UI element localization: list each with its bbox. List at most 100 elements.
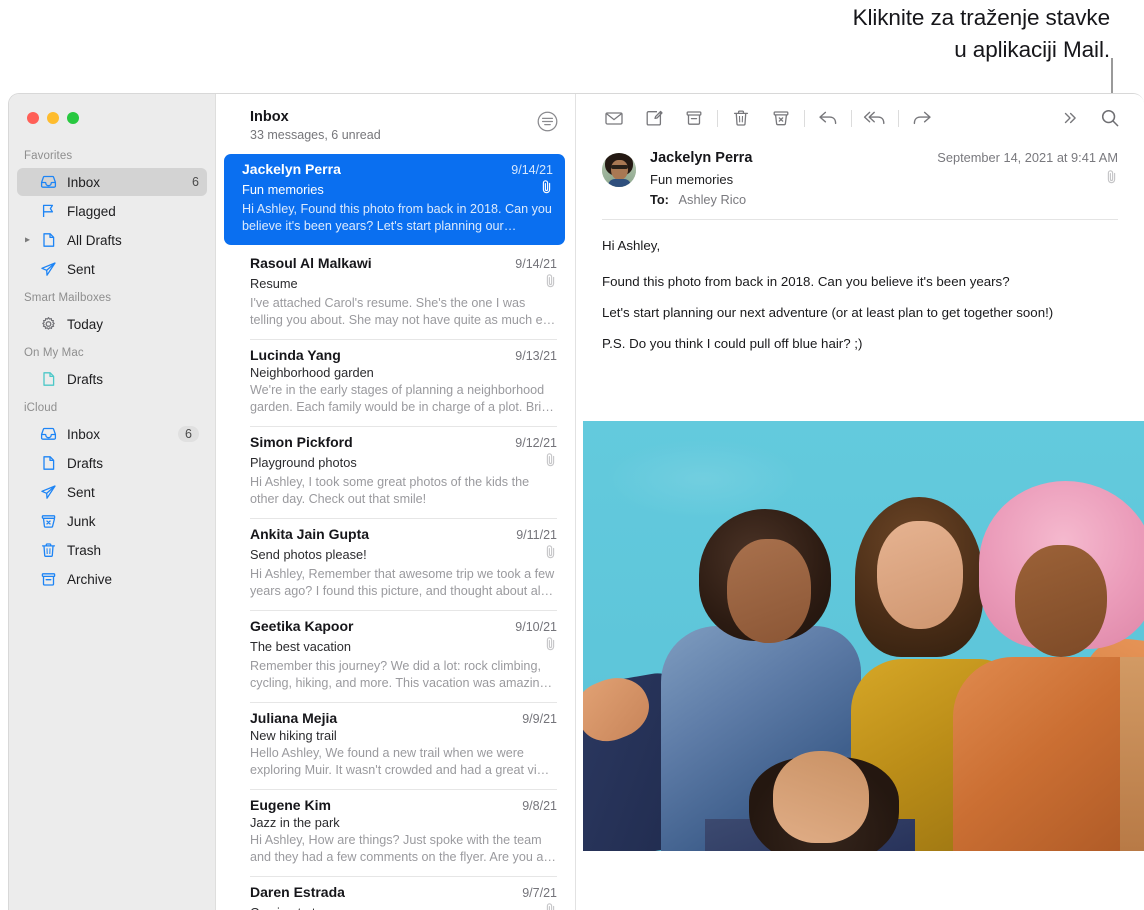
message-sender: Ankita Jain Gupta — [250, 526, 510, 542]
reply-button[interactable] — [808, 103, 848, 133]
message-date: 9/13/21 — [509, 349, 557, 363]
sidebar-item-flagged[interactable]: Flagged — [17, 197, 207, 225]
message-date: 9/12/21 — [509, 436, 557, 450]
sidebar-item-label: Sent — [67, 485, 207, 500]
sidebar-item-drafts[interactable]: Drafts — [17, 365, 207, 393]
callout-annotation: Kliknite za traženje stavke u aplikaciji… — [710, 2, 1110, 66]
sidebar-item-sent[interactable]: Sent — [17, 478, 207, 506]
message-list-item[interactable]: Rasoul Al Malkawi9/14/21ResumeI've attac… — [216, 247, 575, 339]
minimize-button[interactable] — [47, 112, 59, 124]
unread-count: 6 — [192, 175, 199, 189]
drafts-icon-teal — [39, 371, 58, 388]
sidebar-item-today[interactable]: Today — [17, 310, 207, 338]
message-preview: Remember this journey? We did a lot: roc… — [250, 658, 557, 692]
sidebar-item-label: Flagged — [67, 204, 207, 219]
message-date: 9/14/21 — [509, 257, 557, 271]
sidebar-section-header: Smart Mailboxes — [9, 284, 215, 309]
message-date: 9/7/21 — [516, 886, 557, 900]
sidebar-item-junk[interactable]: Junk — [17, 507, 207, 535]
sidebar-item-label: Sent — [67, 262, 207, 277]
sender-name: Jackelyn Perra — [650, 150, 937, 166]
reply-all-button[interactable] — [855, 103, 895, 133]
message-body-paragraph: Found this photo from back in 2018. Can … — [602, 272, 1118, 291]
search-icon[interactable] — [1090, 103, 1130, 133]
attachment-clip-icon[interactable] — [1105, 169, 1118, 189]
sidebar-item-label: Trash — [67, 543, 207, 558]
message-subject: Coming to town — [250, 905, 544, 910]
drafts-icon — [39, 455, 58, 472]
message-list-item[interactable]: Daren Estrada9/7/21Coming to townHey, st… — [216, 876, 575, 910]
mark-unread-button[interactable] — [594, 103, 634, 133]
sidebar-item-inbox[interactable]: Inbox6 — [17, 420, 207, 448]
message-body-paragraph: Let's start planning our next adventure … — [602, 303, 1118, 322]
message-date: 9/9/21 — [516, 712, 557, 726]
attachment-clip-icon — [544, 273, 557, 293]
mailbox-message-count: 33 messages, 6 unread — [250, 128, 536, 142]
chevron-double-right-icon[interactable] — [1050, 103, 1090, 133]
message-date: 9/8/21 — [516, 799, 557, 813]
photo-person4-face — [773, 751, 869, 843]
message-preview: We're in the early stages of planning a … — [250, 382, 557, 416]
inbox-icon — [39, 426, 58, 443]
forward-button[interactable] — [902, 103, 942, 133]
sidebar-item-trash[interactable]: Trash — [17, 536, 207, 564]
message-list-item[interactable]: Jackelyn Perra9/14/21Fun memoriesHi Ashl… — [224, 154, 565, 245]
sidebar-item-label: Drafts — [67, 372, 207, 387]
archive-button[interactable] — [674, 103, 714, 133]
reading-pane: Jackelyn Perra September 14, 2021 at 9:4… — [576, 94, 1144, 910]
message-preview: I've attached Carol's resume. She's the … — [250, 295, 557, 329]
message-list-item[interactable]: Ankita Jain Gupta9/11/21Send photos plea… — [216, 518, 575, 610]
message-body: Hi Ashley, Found this photo from back in … — [576, 220, 1144, 353]
message-preview: Hi Ashley, Found this photo from back in… — [242, 201, 553, 235]
message-subject: Fun memories — [650, 172, 1105, 187]
zoom-button[interactable] — [67, 112, 79, 124]
photo-person3-body — [953, 657, 1144, 851]
photo-person2-face — [877, 521, 963, 629]
message-subject: The best vacation — [250, 639, 544, 654]
compose-button[interactable] — [634, 103, 674, 133]
toolbar-divider — [898, 110, 899, 127]
close-button[interactable] — [27, 112, 39, 124]
sidebar-item-sent[interactable]: Sent — [17, 255, 207, 283]
filter-icon[interactable] — [536, 110, 559, 133]
message-preview: Hi Ashley, Remember that awesome trip we… — [250, 566, 557, 600]
sidebar-item-drafts[interactable]: Drafts — [17, 449, 207, 477]
chevron-right-icon[interactable]: ▸ — [25, 235, 30, 246]
junk-button[interactable] — [761, 103, 801, 133]
group-selfie-photo[interactable] — [583, 421, 1144, 851]
message-list-item[interactable]: Simon Pickford9/12/21Playground photosHi… — [216, 426, 575, 518]
callout-line-1: Kliknite za traženje stavke — [710, 2, 1110, 34]
gear-icon — [39, 316, 58, 333]
trash-icon — [39, 542, 58, 559]
attachment-clip-icon — [544, 636, 557, 656]
toolbar-divider — [804, 110, 805, 127]
sent-icon — [39, 484, 58, 501]
message-list[interactable]: Inbox 33 messages, 6 unread Jackelyn Per… — [216, 94, 576, 910]
message-subject: New hiking trail — [250, 728, 557, 743]
message-list-item[interactable]: Eugene Kim9/8/21Jazz in the parkHi Ashle… — [216, 789, 575, 876]
sidebar-item-archive[interactable]: Archive — [17, 565, 207, 593]
message-date: 9/11/21 — [510, 528, 557, 542]
delete-button[interactable] — [721, 103, 761, 133]
sidebar-item-all-drafts[interactable]: ▸All Drafts — [17, 226, 207, 254]
message-list-item[interactable]: Juliana Mejia9/9/21New hiking trailHello… — [216, 702, 575, 789]
sidebar-section-header: iCloud — [9, 394, 215, 419]
message-sender: Simon Pickford — [250, 434, 509, 450]
junk-icon — [39, 513, 58, 530]
message-sender: Jackelyn Perra — [242, 161, 505, 177]
message-list-item[interactable]: Geetika Kapoor9/10/21The best vacationRe… — [216, 610, 575, 702]
photo-highlight — [603, 439, 803, 519]
message-sender: Juliana Mejia — [250, 710, 516, 726]
sidebar-item-label: Drafts — [67, 456, 207, 471]
callout-line-2: u aplikaciji Mail. — [710, 34, 1110, 66]
message-list-item[interactable]: Lucinda Yang9/13/21Neighborhood gardenWe… — [216, 339, 575, 426]
message-list-header: Inbox 33 messages, 6 unread — [216, 94, 575, 151]
message-date: 9/14/21 — [505, 163, 553, 177]
message-body-paragraph: Hi Ashley, — [602, 236, 1118, 255]
mailbox-title: Inbox — [250, 108, 536, 126]
message-sender: Geetika Kapoor — [250, 618, 509, 634]
message-sender: Eugene Kim — [250, 797, 516, 813]
sidebar: FavoritesInbox6Flagged▸All DraftsSentSma… — [9, 94, 216, 910]
to-recipient[interactable]: Ashley Rico — [679, 192, 747, 207]
sidebar-item-inbox[interactable]: Inbox6 — [17, 168, 207, 196]
